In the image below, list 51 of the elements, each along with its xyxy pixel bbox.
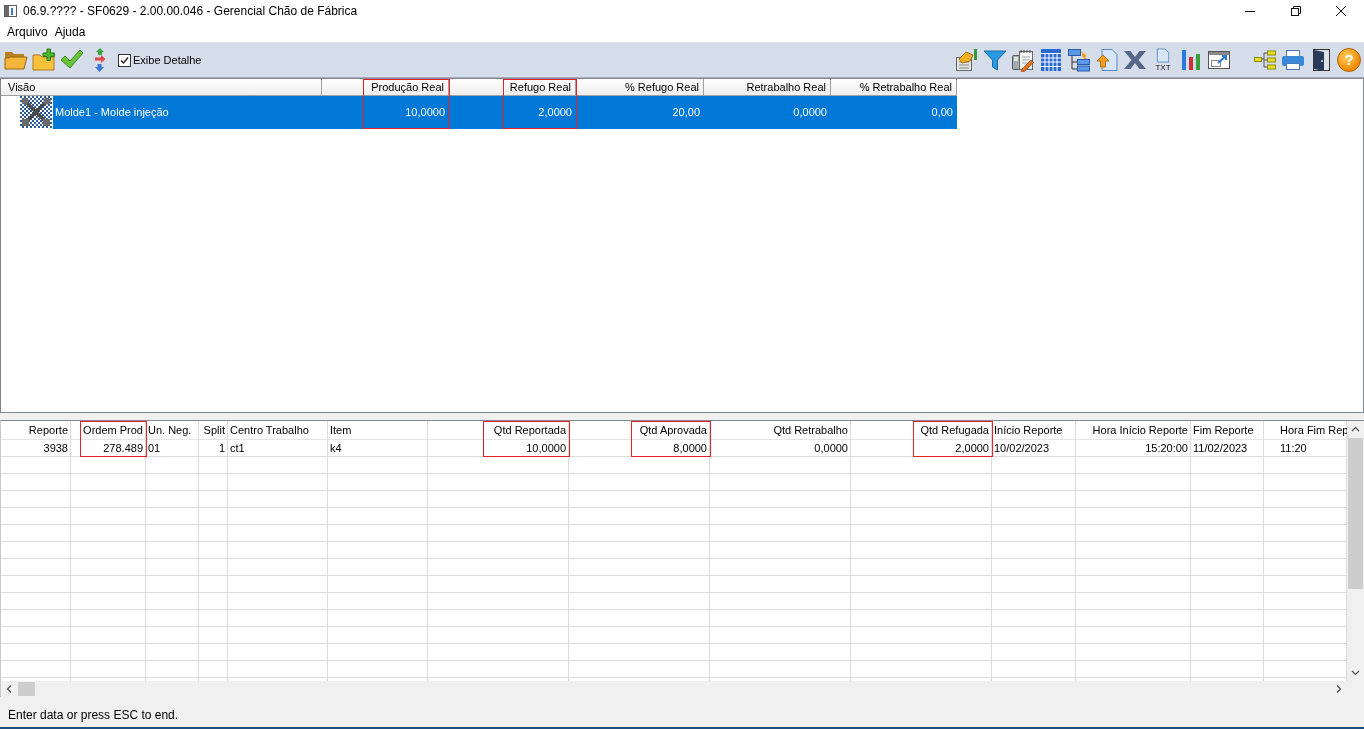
table-cell-text: Molde1 - Molde injeção xyxy=(54,105,170,120)
column-header[interactable]: Retrabalho Real xyxy=(704,79,831,96)
new-folder-icon[interactable] xyxy=(32,48,56,72)
column-header[interactable]: Fim Reporte xyxy=(1191,421,1264,440)
menu-item[interactable]: Arquivo xyxy=(0,24,55,40)
table-cell-text: 0,00 xyxy=(930,105,954,120)
filter-icon[interactable] xyxy=(983,48,1007,72)
column-header[interactable]: Qtd Retrabalho xyxy=(710,421,851,440)
table-cell-text: 20,00 xyxy=(671,105,701,120)
column-header[interactable]: Hora Início Reporte xyxy=(1076,421,1191,440)
column-header[interactable]: Reporte xyxy=(1,421,71,440)
checkbox-label[interactable]: Exibe Detalhe xyxy=(133,54,202,66)
upload-document-icon[interactable] xyxy=(1095,48,1119,72)
window-title: 06.9.???? - SF0629 - 2.00.00.046 - Gerencial Chão de Fábrica xyxy=(23,4,358,18)
column-header[interactable]: Visão xyxy=(1,79,322,96)
checkbox[interactable] xyxy=(118,53,131,67)
column-header[interactable]: Centro Trabalho xyxy=(228,421,328,440)
x-shape-icon[interactable] xyxy=(1123,48,1147,72)
column-header[interactable]: Refugo Real xyxy=(449,79,576,96)
crossed-tools-icon xyxy=(20,96,52,128)
grid-icon[interactable] xyxy=(1039,48,1063,72)
hierarchy-icon[interactable] xyxy=(1067,48,1091,72)
column-header[interactable]: Un. Neg. xyxy=(146,421,199,440)
status-text: Enter data or press ESC to end. xyxy=(8,708,179,722)
table-row[interactable]: Molde1 - Molde injeção 10,0000 2,0000 20,00 0,0000 0,00 xyxy=(53,96,957,129)
column-header[interactable]: % Refugo Real xyxy=(576,79,704,96)
bar-chart-icon[interactable] xyxy=(1179,48,1203,72)
column-header[interactable]: Qtd Reportada xyxy=(428,421,569,440)
column-header[interactable]: % Retrabalho Real xyxy=(831,79,957,96)
restore-icon[interactable] xyxy=(1291,6,1301,16)
notepad-pencil-icon[interactable] xyxy=(1011,48,1035,72)
column-header[interactable]: Ordem Prod xyxy=(71,421,146,440)
column-header[interactable]: Qtd Aprovada xyxy=(569,421,710,440)
app-icon xyxy=(4,5,17,17)
document-hand-icon[interactable] xyxy=(955,48,979,72)
scrollbar-thumb[interactable] xyxy=(1348,438,1363,589)
txt-export-button[interactable]: TXT xyxy=(1151,48,1175,72)
column-header[interactable]: Qtd Refugada xyxy=(851,421,992,440)
tree-nodes-icon[interactable] xyxy=(1253,48,1277,72)
column-header[interactable]: Split xyxy=(199,421,228,440)
menu-item[interactable]: Ajuda xyxy=(54,24,93,40)
scrollbar-thumb[interactable] xyxy=(18,682,35,696)
close-icon[interactable] xyxy=(1336,6,1346,16)
table-cell-text: 10,0000 xyxy=(404,105,446,120)
column-header[interactable]: Item xyxy=(328,421,428,440)
printer-icon[interactable] xyxy=(1281,48,1305,72)
column-header[interactable]: Início Reporte xyxy=(992,421,1076,440)
column-header[interactable]: Produção Real xyxy=(322,79,449,96)
page-icon xyxy=(1156,48,1170,63)
table-cell-text: 0,0000 xyxy=(792,105,828,120)
table-cell-text: 2,0000 xyxy=(537,105,573,120)
